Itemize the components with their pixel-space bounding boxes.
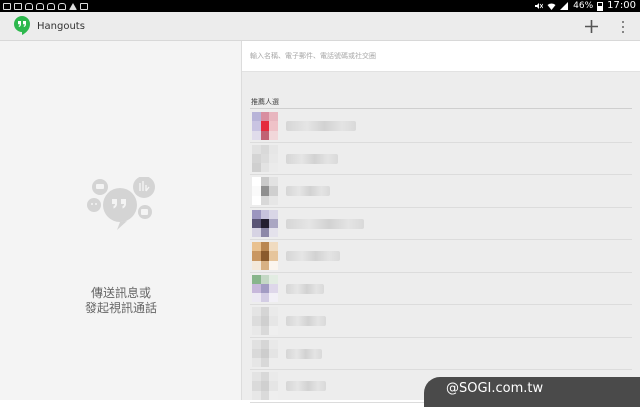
signal-icon <box>560 2 569 10</box>
empty-state-message: 傳送訊息或 發起視訊通話 <box>0 286 242 316</box>
contact-avatar <box>252 209 278 238</box>
contact-row[interactable] <box>250 208 632 240</box>
contact-name-blurred <box>286 153 338 164</box>
image-notification-icon <box>3 2 11 10</box>
gallery-notification-icon <box>14 2 22 10</box>
contact-name-blurred <box>286 348 322 359</box>
contact-name-blurred <box>286 316 326 326</box>
app-notification-icon <box>25 2 33 10</box>
app-notification-icon <box>47 2 55 10</box>
overflow-dot <box>622 21 624 23</box>
wifi-icon <box>547 3 556 10</box>
empty-state-line-1: 傳送訊息或 <box>90 286 151 300</box>
conversation-pane: 傳送訊息或 發起視訊通話 <box>0 41 242 400</box>
contact-row[interactable] <box>250 338 632 370</box>
mute-icon <box>535 3 544 9</box>
contact-row[interactable] <box>250 240 632 273</box>
contact-row[interactable] <box>250 175 632 208</box>
contact-search-input[interactable] <box>250 47 630 65</box>
contact-avatar <box>252 112 278 140</box>
watermark: @SOGI.com.tw <box>424 377 640 407</box>
status-bar: 46% 17:00 <box>0 0 640 12</box>
overflow-dot <box>622 31 624 33</box>
contact-row[interactable] <box>250 273 632 305</box>
section-divider <box>250 108 632 109</box>
app-notification-icon <box>58 2 66 10</box>
notification-icons <box>3 0 88 12</box>
overflow-menu-button[interactable] <box>617 17 629 36</box>
contact-avatar <box>252 372 278 400</box>
contact-name-blurred <box>286 251 340 261</box>
system-status: 46% 17:00 <box>534 0 636 12</box>
contact-list <box>242 110 640 403</box>
contact-name-blurred <box>286 186 330 196</box>
contact-row[interactable] <box>250 143 632 175</box>
battery-percent: 46% <box>573 1 594 11</box>
contact-avatar <box>252 144 278 173</box>
checkbox-notification-icon <box>80 2 88 10</box>
new-conversation-button[interactable] <box>582 17 601 36</box>
contact-avatar <box>252 274 278 303</box>
app-notification-icon <box>36 2 44 10</box>
contact-name-blurred <box>286 218 364 229</box>
app-title: Hangouts <box>37 21 85 32</box>
action-bar: Hangouts <box>0 12 640 41</box>
contact-row[interactable] <box>250 110 632 143</box>
contact-name-blurred <box>286 121 356 131</box>
chat-bubbles-icon <box>87 177 155 230</box>
contact-avatar <box>252 339 278 368</box>
contact-avatar <box>252 307 278 335</box>
contact-avatar <box>252 177 278 205</box>
warning-icon <box>69 2 77 10</box>
contact-name-blurred <box>286 381 326 391</box>
contacts-pane: 推薦人選 <box>242 41 640 403</box>
battery-icon <box>597 1 604 11</box>
search-bar <box>242 41 640 72</box>
contact-name-blurred <box>286 283 324 294</box>
empty-state-line-2: 發起視訊通話 <box>84 301 157 315</box>
hangouts-logo-icon[interactable] <box>12 15 32 35</box>
plus-icon <box>585 20 598 33</box>
section-title: 推薦人選 <box>251 98 279 106</box>
contact-row[interactable] <box>250 305 632 338</box>
contact-avatar <box>252 242 278 270</box>
overflow-dot <box>622 26 624 28</box>
clock: 17:00 <box>607 0 636 11</box>
